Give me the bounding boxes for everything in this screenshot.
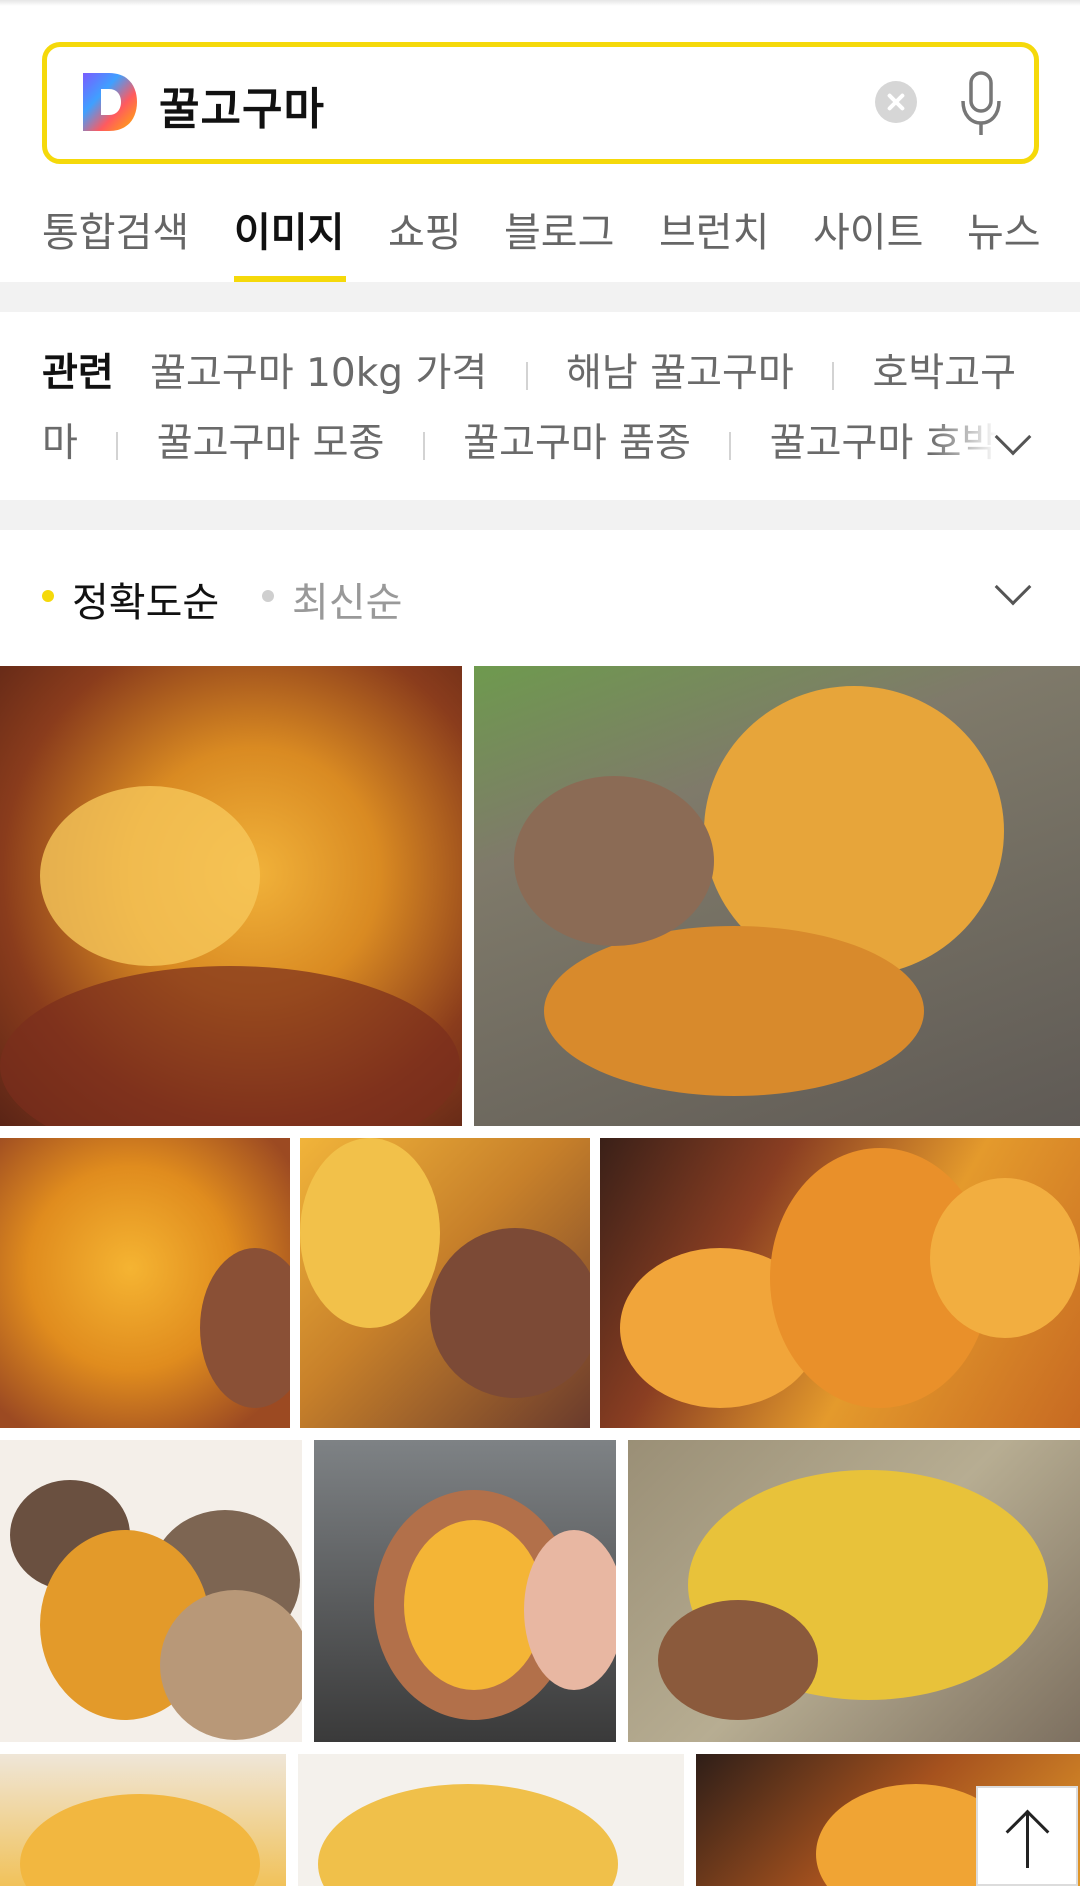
image-thumbnail[interactable] bbox=[0, 1440, 302, 1742]
related-item[interactable]: 꿀고구마 10kg 가격 bbox=[150, 351, 487, 396]
related-label: 관련 bbox=[42, 351, 114, 396]
image-thumbnail[interactable] bbox=[628, 1440, 1080, 1742]
divider bbox=[525, 361, 528, 390]
related-line-2: 마 꿀고구마 모종 꿀고구마 품종 꿀고구마 호박고 bbox=[42, 412, 1033, 468]
search-box[interactable]: 꿀고구마 bbox=[42, 42, 1039, 164]
related-line-1: 관련 꿀고구마 10kg 가격 해남 꿀고구마 호박고구 bbox=[42, 342, 1016, 398]
microphone-icon[interactable] bbox=[959, 71, 1003, 137]
sort-accuracy[interactable]: 정확도순 bbox=[72, 570, 219, 628]
image-thumbnail[interactable] bbox=[314, 1440, 616, 1742]
search-tabs: 통합검색 이미지 쇼핑 블로그 브런치 사이트 뉴스 bbox=[0, 190, 1080, 282]
related-item[interactable]: 해남 꿀고구마 bbox=[566, 351, 794, 396]
divider bbox=[422, 431, 425, 460]
divider bbox=[832, 361, 835, 390]
related-item[interactable]: 호박고구 bbox=[873, 351, 1017, 396]
arrow-up-icon[interactable] bbox=[976, 1786, 1078, 1886]
search-input[interactable]: 꿀고구마 bbox=[159, 73, 325, 137]
section-divider bbox=[0, 282, 1080, 312]
image-thumbnail[interactable] bbox=[0, 666, 462, 1126]
tab-site[interactable]: 사이트 bbox=[813, 200, 923, 258]
tab-images[interactable]: 이미지 bbox=[234, 200, 344, 258]
daum-logo-icon[interactable] bbox=[79, 69, 141, 135]
related-fade bbox=[930, 412, 1080, 492]
image-thumbnail[interactable] bbox=[300, 1138, 590, 1428]
section-divider bbox=[0, 500, 1080, 530]
divider bbox=[116, 431, 119, 460]
sort-latest[interactable]: 최신순 bbox=[292, 570, 402, 628]
tab-shopping[interactable]: 쇼핑 bbox=[388, 200, 462, 258]
related-item[interactable]: 마 bbox=[42, 421, 78, 466]
image-thumbnail[interactable] bbox=[474, 666, 1080, 1126]
top-shadow bbox=[0, 0, 1080, 6]
chevron-down-icon[interactable] bbox=[994, 568, 1032, 606]
tab-integrated[interactable]: 통합검색 bbox=[42, 200, 189, 258]
image-thumbnail[interactable] bbox=[298, 1754, 684, 1886]
image-thumbnail[interactable] bbox=[0, 1138, 290, 1428]
divider bbox=[729, 431, 732, 460]
sort-active-dot bbox=[42, 590, 54, 602]
tab-blog[interactable]: 블로그 bbox=[504, 200, 614, 258]
tab-news[interactable]: 뉴스 bbox=[967, 200, 1041, 258]
image-grid bbox=[0, 666, 1080, 1886]
related-item[interactable]: 꿀고구마 모종 bbox=[157, 421, 385, 466]
related-item[interactable]: 꿀고구마 품종 bbox=[463, 421, 691, 466]
tab-brunch[interactable]: 브런치 bbox=[659, 200, 769, 258]
sort-bar: 정확도순 최신순 bbox=[0, 532, 1080, 662]
image-thumbnail[interactable] bbox=[0, 1754, 286, 1886]
image-thumbnail[interactable] bbox=[600, 1138, 1080, 1428]
clear-icon[interactable] bbox=[875, 81, 917, 123]
sort-inactive-dot bbox=[262, 590, 274, 602]
related-searches: 관련 꿀고구마 10kg 가격 해남 꿀고구마 호박고구 마 꿀고구마 모종 꿀… bbox=[0, 312, 1080, 500]
